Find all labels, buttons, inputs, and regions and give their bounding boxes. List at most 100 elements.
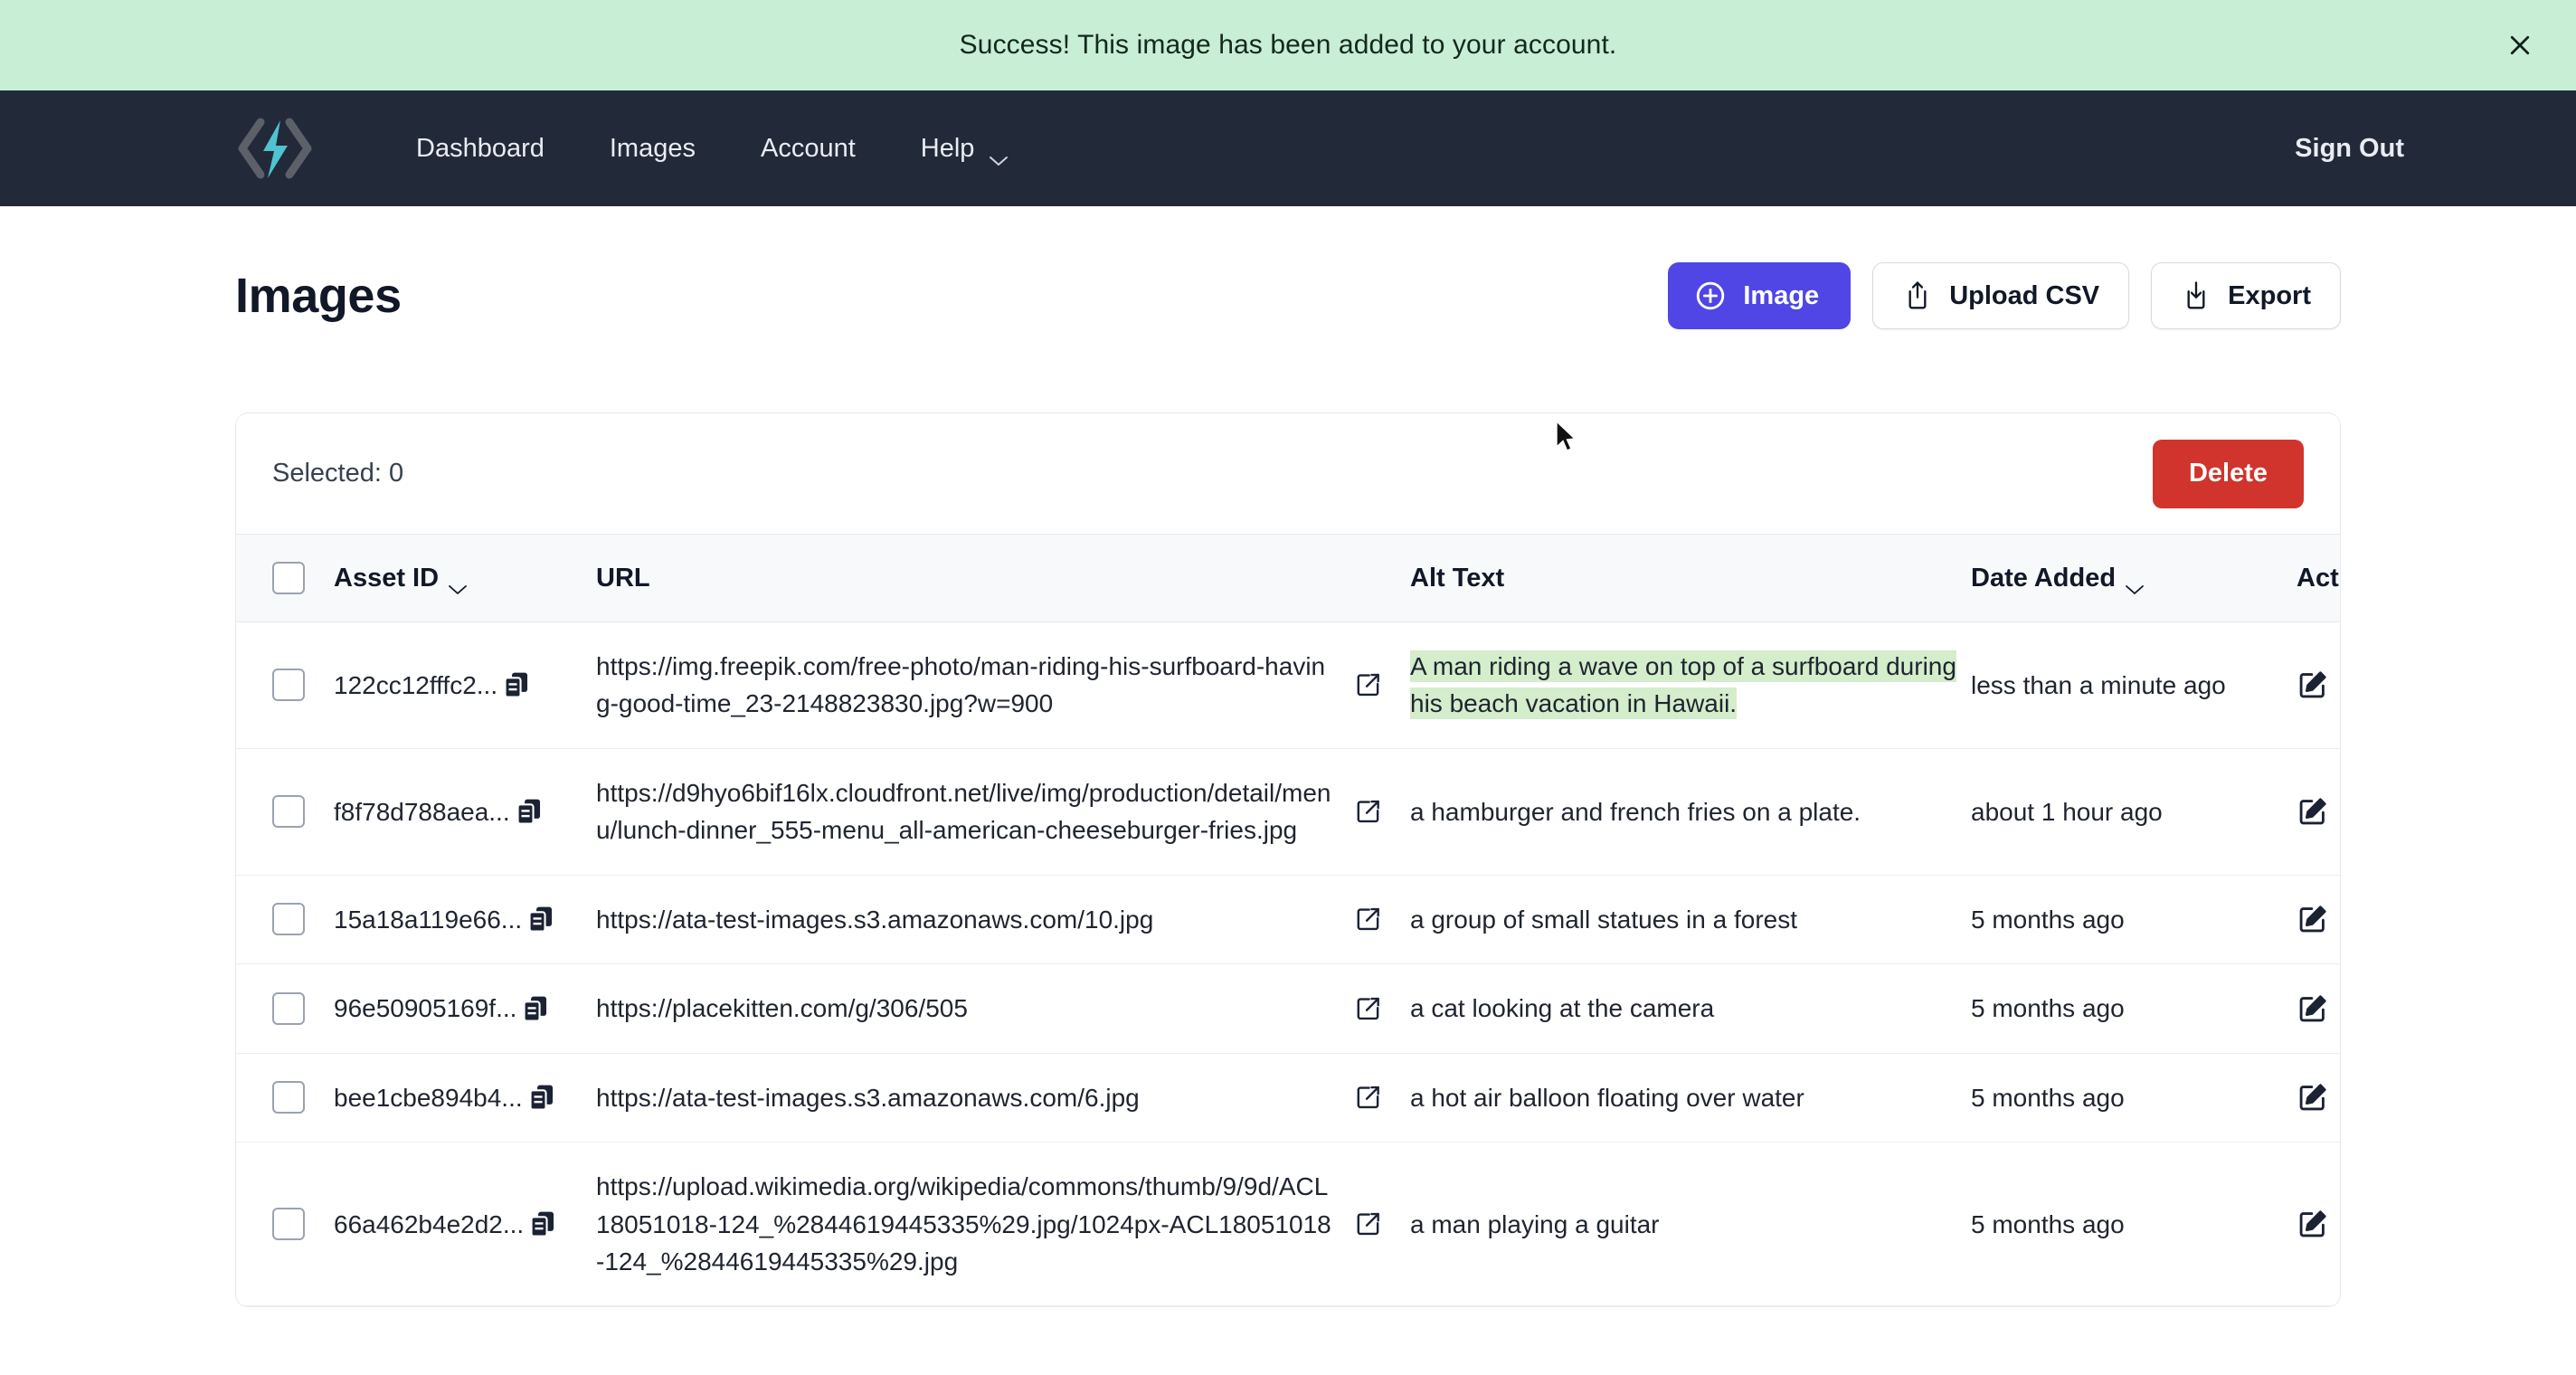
add-image-button-label: Image	[1743, 280, 1820, 310]
export-button[interactable]: Export	[2151, 262, 2341, 329]
edit-icon[interactable]	[2297, 1208, 2329, 1240]
asset-id-cell: 15a18a119e66...	[334, 875, 596, 965]
chevron-down-icon	[2125, 573, 2144, 594]
nav-link-dashboard[interactable]: Dashboard	[384, 134, 577, 164]
url-cell: https://d9hyo6bif16lx.cloudfront.net/liv…	[596, 748, 1410, 876]
upload-csv-button[interactable]: Upload CSV	[1872, 262, 2130, 329]
asset-id-cell: 96e50905169f...	[334, 963, 596, 1054]
date-added-cell: about 1 hour ago	[1971, 748, 2297, 876]
copy-icon[interactable]	[526, 1082, 557, 1113]
nav-link-label: Dashboard	[416, 133, 545, 163]
plus-circle-icon	[1694, 280, 1727, 312]
alt-text-value: a hamburger and french fries on a plate.	[1410, 797, 1861, 826]
alt-text-cell: a group of small statues in a forest	[1410, 875, 1971, 965]
column-header-alt-text: Alt Text	[1410, 534, 1971, 622]
date-added-cell: less than a minute ago	[1971, 621, 2297, 749]
actions-cell	[2297, 621, 2340, 749]
lightning-bolt-code-logo[interactable]	[232, 114, 318, 183]
date-added-cell: 5 months ago	[1971, 1053, 2297, 1143]
close-icon[interactable]	[2500, 25, 2540, 65]
column-header-asset-id[interactable]: Asset ID	[334, 534, 596, 622]
header-actions: Image Upload CSV Export	[1668, 262, 2341, 329]
copy-icon[interactable]	[514, 796, 545, 827]
alt-text-value: A man riding a wave on top of a surfboar…	[1410, 650, 1956, 720]
row-select-cell	[236, 875, 334, 965]
row-select-cell	[236, 1053, 334, 1143]
copy-icon[interactable]	[527, 1209, 558, 1239]
asset-id-cell: bee1cbe894b4...	[334, 1053, 596, 1143]
url-text: https://img.freepik.com/free-photo/man-r…	[596, 652, 1326, 718]
table-row: 15a18a119e66... https://ata-test-images.…	[236, 875, 2340, 965]
alt-text-cell: a man playing a guitar	[1410, 1142, 1971, 1307]
copy-icon[interactable]	[526, 904, 556, 934]
row-select-cell	[236, 963, 334, 1054]
asset-id-cell: 66a462b4e2d2...	[334, 1142, 596, 1307]
edit-icon[interactable]	[2297, 903, 2329, 935]
table-row: 66a462b4e2d2... https://upload.wikimedia…	[236, 1142, 2340, 1307]
date-added-text: 5 months ago	[1971, 1209, 2125, 1238]
column-header-actions: Actions	[2297, 534, 2340, 622]
chevron-down-icon	[989, 144, 1009, 166]
column-header-label: Asset ID	[334, 563, 440, 593]
table-row: 122cc12fffc2... https://img.freepik.com/…	[236, 621, 2340, 749]
external-link-icon[interactable]	[1354, 994, 1383, 1023]
row-select-checkbox[interactable]	[272, 669, 305, 702]
nav-link-label: Images	[609, 133, 696, 163]
alt-text-value: a man playing a guitar	[1410, 1209, 1660, 1238]
edit-icon[interactable]	[2297, 992, 2329, 1025]
row-select-checkbox[interactable]	[272, 991, 305, 1025]
nav-link-images[interactable]: Images	[577, 134, 728, 164]
nav-link-label: Help	[920, 133, 975, 163]
copy-icon[interactable]	[501, 669, 532, 700]
delete-button[interactable]: Delete	[2152, 439, 2304, 508]
success-banner: Success! This image has been added to yo…	[0, 0, 2576, 90]
copy-icon[interactable]	[520, 993, 551, 1024]
row-select-checkbox[interactable]	[272, 903, 305, 936]
external-link-icon[interactable]	[1354, 797, 1383, 826]
sign-out-link[interactable]: Sign Out	[2295, 134, 2404, 164]
url-text: https://ata-test-images.s3.amazonaws.com…	[596, 1083, 1140, 1112]
url-cell: https://img.freepik.com/free-photo/man-r…	[596, 621, 1410, 749]
column-header-label: Actions	[2297, 563, 2340, 593]
url-text: https://ata-test-images.s3.amazonaws.com…	[596, 905, 1154, 934]
alt-text-cell: a cat looking at the camera	[1410, 963, 1971, 1054]
row-select-cell	[236, 621, 334, 749]
column-header-date-added[interactable]: Date Added	[1971, 534, 2297, 622]
table-row: f8f78d788aea... https://d9hyo6bif16lx.cl…	[236, 748, 2340, 876]
row-select-checkbox[interactable]	[272, 1081, 305, 1114]
asset-id-cell: f8f78d788aea...	[334, 748, 596, 876]
table-row: bee1cbe894b4... https://ata-test-images.…	[236, 1053, 2340, 1143]
add-image-button[interactable]: Image	[1668, 262, 1852, 329]
row-select-cell	[236, 748, 334, 876]
asset-id-text: f8f78d788aea...	[334, 797, 510, 826]
edit-icon[interactable]	[2297, 669, 2329, 701]
date-added-text: 5 months ago	[1971, 994, 2125, 1023]
images-table-card: Selected: 0 Delete Asset ID URL Alt Text…	[235, 412, 2341, 1308]
alt-text-value: a cat looking at the camera	[1410, 994, 1715, 1023]
row-select-checkbox[interactable]	[272, 1208, 305, 1241]
external-link-icon[interactable]	[1354, 905, 1383, 934]
asset-id-text: 122cc12fffc2...	[334, 670, 498, 699]
external-link-icon[interactable]	[1354, 1083, 1383, 1112]
images-table: Asset ID URL Alt Text Date Added Act 122…	[236, 534, 2340, 1307]
asset-id-text: 66a462b4e2d2...	[334, 1209, 525, 1238]
date-added-text: less than a minute ago	[1971, 670, 2226, 699]
alt-text-cell: A man riding a wave on top of a surfboar…	[1410, 621, 1971, 749]
date-added-cell: 5 months ago	[1971, 875, 2297, 965]
edit-icon[interactable]	[2297, 795, 2329, 828]
nav-link-account[interactable]: Account	[728, 134, 888, 164]
asset-id-text: 15a18a119e66...	[334, 905, 523, 934]
asset-id-text: 96e50905169f...	[334, 994, 517, 1023]
nav-link-help[interactable]: Help	[888, 133, 1029, 166]
table-toolbar: Selected: 0 Delete	[236, 413, 2340, 534]
external-link-icon[interactable]	[1354, 1209, 1383, 1238]
date-added-text: 5 months ago	[1971, 1083, 2125, 1112]
table-body: 122cc12fffc2... https://img.freepik.com/…	[236, 621, 2340, 1307]
external-link-icon[interactable]	[1354, 670, 1383, 699]
edit-icon[interactable]	[2297, 1081, 2329, 1114]
select-all-checkbox[interactable]	[272, 562, 305, 594]
row-select-checkbox[interactable]	[272, 795, 305, 829]
actions-cell	[2297, 963, 2340, 1054]
column-header-label: Date Added	[1971, 563, 2117, 593]
url-cell: https://ata-test-images.s3.amazonaws.com…	[596, 875, 1410, 965]
